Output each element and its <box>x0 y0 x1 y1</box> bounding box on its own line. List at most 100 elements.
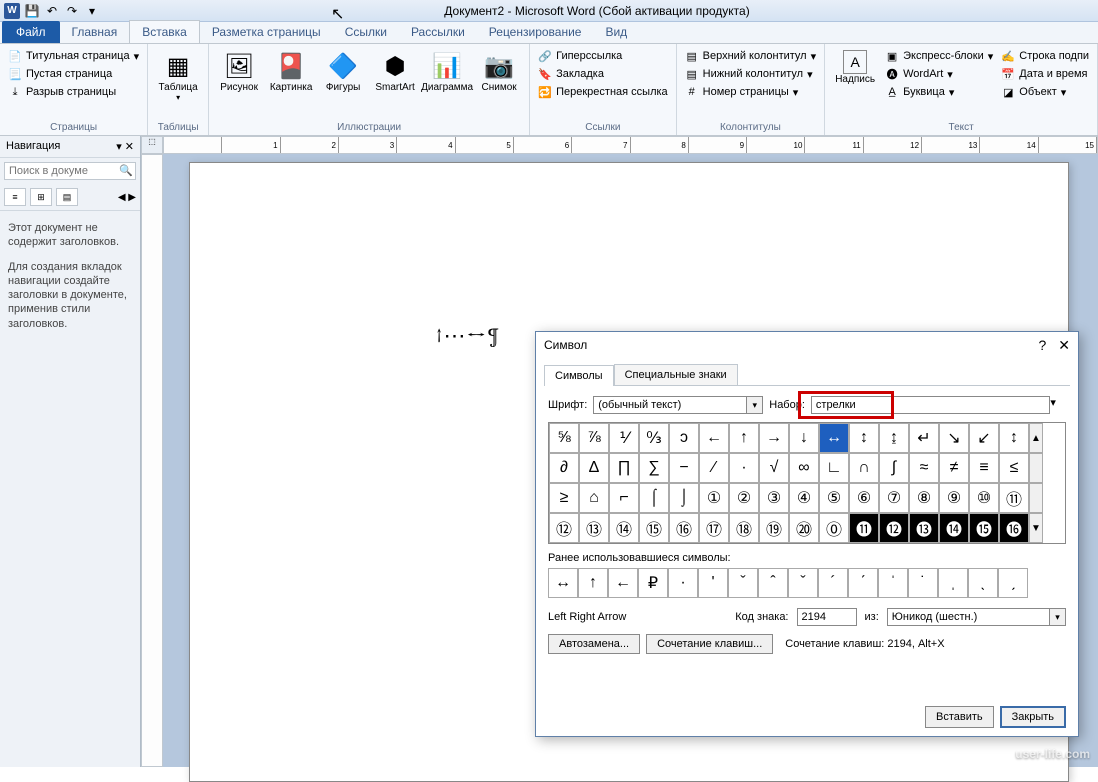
symbol-cell[interactable]: ⑮ <box>639 513 669 543</box>
recent-symbol-cell[interactable]: ↔ <box>548 568 578 598</box>
symbol-cell[interactable]: ≡ <box>969 453 999 483</box>
symbol-cell[interactable]: ③ <box>759 483 789 513</box>
symbol-cell[interactable]: ↔ <box>819 423 849 453</box>
smartart-button[interactable]: ⬢SmartArt <box>371 48 419 95</box>
symbol-cell[interactable]: ↕ <box>849 423 879 453</box>
scroll-icon[interactable] <box>1029 453 1043 483</box>
symbol-cell[interactable]: ∑ <box>639 453 669 483</box>
textbox-button[interactable]: AНадпись <box>831 48 879 87</box>
blank-page-button[interactable]: 📃Пустая страница <box>6 66 141 82</box>
symbol-cell[interactable]: ⓭ <box>909 513 939 543</box>
symbol-cell[interactable]: ≠ <box>939 453 969 483</box>
recent-symbol-cell[interactable]: ˌ <box>938 568 968 598</box>
symbol-cell[interactable]: ⓯ <box>969 513 999 543</box>
wordart-button[interactable]: 🅐WordArt ▾ <box>883 66 995 82</box>
symbol-cell[interactable]: ⑬ <box>579 513 609 543</box>
shapes-button[interactable]: 🔷Фигуры <box>319 48 367 95</box>
help-icon[interactable]: ? <box>1038 337 1046 354</box>
symbol-cell[interactable]: ↄ <box>669 423 699 453</box>
symbol-cell[interactable]: ↵ <box>909 423 939 453</box>
symbol-cell[interactable]: ⑭ <box>609 513 639 543</box>
tab-home[interactable]: Главная <box>60 21 130 43</box>
symbol-cell[interactable]: ⑩ <box>969 483 999 513</box>
undo-icon[interactable]: ↶ <box>44 3 60 19</box>
tab-layout[interactable]: Разметка страницы <box>200 21 333 43</box>
symbol-cell[interactable]: ⑥ <box>849 483 879 513</box>
symbol-cell[interactable]: ⅟ <box>609 423 639 453</box>
tab-references[interactable]: Ссылки <box>333 21 399 43</box>
symbol-cell[interactable]: ↑ <box>729 423 759 453</box>
symbol-cell[interactable]: ④ <box>789 483 819 513</box>
recent-symbol-cell[interactable]: ← <box>608 568 638 598</box>
recent-symbol-cell[interactable]: ˊ <box>848 568 878 598</box>
autocorrect-button[interactable]: Автозамена... <box>548 634 640 654</box>
tab-mailings[interactable]: Рассылки <box>399 21 477 43</box>
symbol-cell[interactable]: ⌡ <box>669 483 699 513</box>
dropcap-button[interactable]: A̲Буквица ▾ <box>883 84 995 100</box>
symbol-cell[interactable]: √ <box>759 453 789 483</box>
symbol-cell[interactable]: ① <box>699 483 729 513</box>
symbol-cell[interactable]: ⓮ <box>939 513 969 543</box>
vertical-ruler[interactable] <box>141 154 163 767</box>
recent-symbol-cell[interactable]: ↑ <box>578 568 608 598</box>
save-icon[interactable]: 💾 <box>24 3 40 19</box>
nav-dropdown-icon[interactable]: ▾ <box>116 141 122 153</box>
clipart-button[interactable]: 🎴Картинка <box>267 48 315 95</box>
recent-symbol-cell[interactable]: ˙ <box>908 568 938 598</box>
symbol-cell[interactable]: ≤ <box>999 453 1029 483</box>
signature-button[interactable]: ✍Строка подпи <box>999 48 1091 64</box>
symbol-cell[interactable]: ↙ <box>969 423 999 453</box>
symbol-cell[interactable]: ⑱ <box>729 513 759 543</box>
tab-file[interactable]: Файл <box>2 21 60 43</box>
encoding-dropdown-icon[interactable]: ▾ <box>1050 608 1066 626</box>
symbol-cell[interactable]: ⑤ <box>819 483 849 513</box>
horizontal-ruler[interactable]: 123456789101112131415 <box>163 136 1098 154</box>
footer-button[interactable]: ▤Нижний колонтитул ▾ <box>683 66 818 82</box>
close-button[interactable]: Закрыть <box>1000 706 1066 728</box>
recent-symbol-cell[interactable]: ´ <box>818 568 848 598</box>
symbol-cell[interactable]: ∫ <box>879 453 909 483</box>
dialog-titlebar[interactable]: Символ ? ✕ <box>536 332 1078 358</box>
symbol-cell[interactable]: ∏ <box>609 453 639 483</box>
symbol-cell[interactable]: ∩ <box>849 453 879 483</box>
page-number-button[interactable]: #Номер страницы ▾ <box>683 84 818 100</box>
symbol-cell[interactable]: ⌂ <box>579 483 609 513</box>
recent-symbol-cell[interactable]: ˇ <box>788 568 818 598</box>
symbol-cell[interactable]: ⑲ <box>759 513 789 543</box>
symbol-cell[interactable]: ⓬ <box>879 513 909 543</box>
recent-symbol-cell[interactable]: · <box>668 568 698 598</box>
scroll-icon[interactable] <box>1029 483 1043 513</box>
symbol-cell[interactable]: ∕ <box>699 453 729 483</box>
tab-special-chars[interactable]: Специальные знаки <box>614 364 738 385</box>
tab-review[interactable]: Рецензирование <box>477 21 594 43</box>
cover-page-button[interactable]: 📄Титульная страница ▾ <box>6 48 141 64</box>
tab-view[interactable]: Вид <box>593 21 639 43</box>
symbol-cell[interactable]: ∂ <box>549 453 579 483</box>
datetime-button[interactable]: 📅Дата и время <box>999 66 1091 82</box>
symbol-cell[interactable]: ⓫ <box>849 513 879 543</box>
font-select[interactable] <box>593 396 747 414</box>
shortcut-button[interactable]: Сочетание клавиш... <box>646 634 773 654</box>
symbol-cell[interactable]: ⌐ <box>609 483 639 513</box>
bookmark-button[interactable]: 🔖Закладка <box>536 66 670 82</box>
symbol-cell[interactable]: ⓰ <box>999 513 1029 543</box>
tab-symbols[interactable]: Символы <box>544 365 614 386</box>
symbol-cell[interactable]: → <box>759 423 789 453</box>
symbol-cell[interactable]: ↘ <box>939 423 969 453</box>
recent-symbol-cell[interactable]: ˈ <box>878 568 908 598</box>
encoding-select[interactable] <box>887 608 1050 626</box>
symbol-cell[interactable]: ⓪ <box>819 513 849 543</box>
symbol-cell[interactable]: ↓ <box>789 423 819 453</box>
symbol-cell[interactable]: ⅝ <box>549 423 579 453</box>
chart-button[interactable]: 📊Диаграмма <box>423 48 471 95</box>
scroll-icon[interactable]: ▼ <box>1029 513 1043 543</box>
subset-dropdown-icon[interactable]: ▾ <box>1050 396 1056 414</box>
hyperlink-button[interactable]: 🔗Гиперссылка <box>536 48 670 64</box>
symbol-cell[interactable]: ⑦ <box>879 483 909 513</box>
insert-button[interactable]: Вставить <box>925 706 994 728</box>
symbol-cell[interactable]: ∞ <box>789 453 819 483</box>
symbol-cell[interactable]: ⑨ <box>939 483 969 513</box>
nav-view-headings[interactable]: ≡ <box>4 188 26 206</box>
crossref-button[interactable]: 🔁Перекрестная ссылка <box>536 84 670 100</box>
symbol-cell[interactable]: ↕ <box>999 423 1029 453</box>
